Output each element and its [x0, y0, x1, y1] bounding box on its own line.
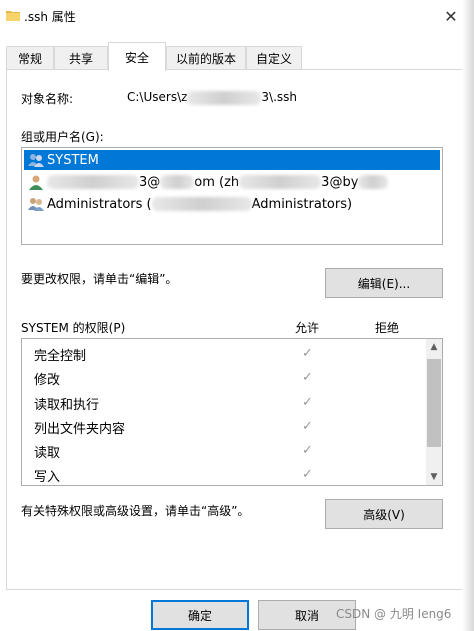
scroll-down-icon[interactable]: ▼	[426, 469, 442, 485]
window-edge	[462, 0, 474, 631]
permission-label: 写入	[34, 469, 61, 485]
allow-checkmark-icon: ✓	[302, 346, 313, 361]
deny-header: 拒绝	[375, 321, 400, 335]
redacted-region	[358, 175, 389, 189]
permission-label: 读取和执行	[34, 397, 100, 413]
permission-row: 读取和执行	[34, 393, 99, 413]
edit-button-label: 编辑(E)...	[357, 276, 411, 291]
allow-checkmark-icon: ✓	[302, 370, 313, 385]
security-panel: 对象名称: C:\Users\z 3\.ssh 组或用户名(G): SYSTEM …	[6, 69, 464, 590]
scroll-up-icon[interactable]: ▲	[426, 339, 442, 355]
permissions-scrollbar[interactable]: ▲ ▼	[426, 339, 442, 485]
tab-security[interactable]: 安全	[108, 42, 166, 71]
object-path-end: 3\.ssh	[261, 90, 298, 104]
permission-row: 读取	[34, 441, 60, 461]
redacted-region	[187, 90, 262, 105]
groups-label: 组或用户名(G):	[21, 130, 104, 144]
permission-label: 修改	[34, 372, 61, 388]
group-item-label: Administrators (	[47, 196, 152, 212]
group-item-label: SYSTEM	[47, 152, 99, 168]
watermark: CSDN @ 九明 Ieng6	[336, 607, 452, 621]
advanced-button[interactable]: 高级(V)	[325, 499, 443, 529]
group-item-system[interactable]: SYSTEM	[24, 150, 440, 170]
scroll-thumb[interactable]	[427, 359, 441, 447]
users-group-icon	[28, 152, 44, 168]
folder-icon	[6, 9, 20, 21]
advanced-hint: 有关特殊权限或高级设置，请单击“高级”。	[21, 504, 250, 518]
tab-general[interactable]: 常规	[6, 46, 54, 70]
ok-button-label: 确定	[187, 608, 212, 623]
permissions-listbox[interactable]: 完全控制 修改 读取和执行 列出文件夹内容 读取 写入 ✓ ✓ ✓ ✓ ✓ ✓ …	[21, 338, 443, 486]
permission-label: 列出文件夹内容	[34, 421, 126, 437]
allow-checkmark-icon: ✓	[302, 467, 313, 482]
permission-label: 读取	[34, 445, 61, 461]
permission-label: 完全控制	[34, 348, 87, 364]
tab-customize[interactable]: 自定义	[246, 46, 302, 70]
tab-sharing[interactable]: 共享	[54, 46, 108, 70]
permission-row: 写入	[34, 465, 60, 485]
tab-label: 共享	[68, 52, 93, 66]
groups-listbox[interactable]: SYSTEM 3@ om (zh 3@by Administrators ( A…	[21, 147, 443, 245]
redacted-region	[151, 197, 252, 211]
allow-checkmark-icon: ✓	[302, 443, 313, 458]
cancel-button-label: 取消	[294, 608, 319, 623]
ok-button[interactable]: 确定	[151, 600, 249, 630]
redacted-region	[239, 175, 322, 189]
title-bar: .ssh 属性 ✕	[0, 0, 474, 32]
permission-row: 修改	[34, 368, 60, 388]
window-title: .ssh 属性	[24, 10, 76, 24]
redacted-region	[160, 175, 195, 189]
tab-label: 以前的版本	[175, 52, 236, 66]
edit-button[interactable]: 编辑(E)...	[325, 268, 443, 298]
permission-row: 列出文件夹内容	[34, 417, 125, 437]
close-icon: ✕	[444, 6, 458, 26]
tab-previous-versions[interactable]: 以前的版本	[166, 46, 246, 70]
edit-hint: 要更改权限，请单击“编辑”。	[21, 272, 178, 286]
user-icon	[28, 174, 44, 190]
permissions-label: SYSTEM 的权限(P)	[21, 321, 126, 335]
users-group-icon	[28, 196, 44, 212]
group-item-administrators[interactable]: Administrators ( Administrators)	[24, 194, 352, 214]
tab-label: 常规	[17, 52, 42, 66]
allow-header: 允许	[295, 321, 320, 335]
tab-label: 自定义	[255, 52, 292, 66]
object-path-start: C:\Users\z	[127, 90, 188, 104]
redacted-region	[47, 175, 139, 189]
group-item-label: om (zh	[194, 174, 240, 190]
allow-checkmark-icon: ✓	[302, 395, 313, 410]
group-item-label: 3@	[139, 174, 161, 190]
group-item-label: Administrators)	[251, 196, 353, 212]
group-item-user[interactable]: 3@ om (zh 3@by	[24, 172, 389, 192]
advanced-button-label: 高级(V)	[363, 507, 405, 522]
allow-checkmark-icon: ✓	[302, 419, 313, 434]
group-item-label: 3@by	[321, 174, 359, 190]
object-name-label: 对象名称:	[21, 92, 74, 106]
permission-row: 完全控制	[34, 344, 86, 364]
object-name-value: C:\Users\z 3\.ssh	[127, 90, 297, 105]
tab-label: 安全	[124, 50, 149, 65]
